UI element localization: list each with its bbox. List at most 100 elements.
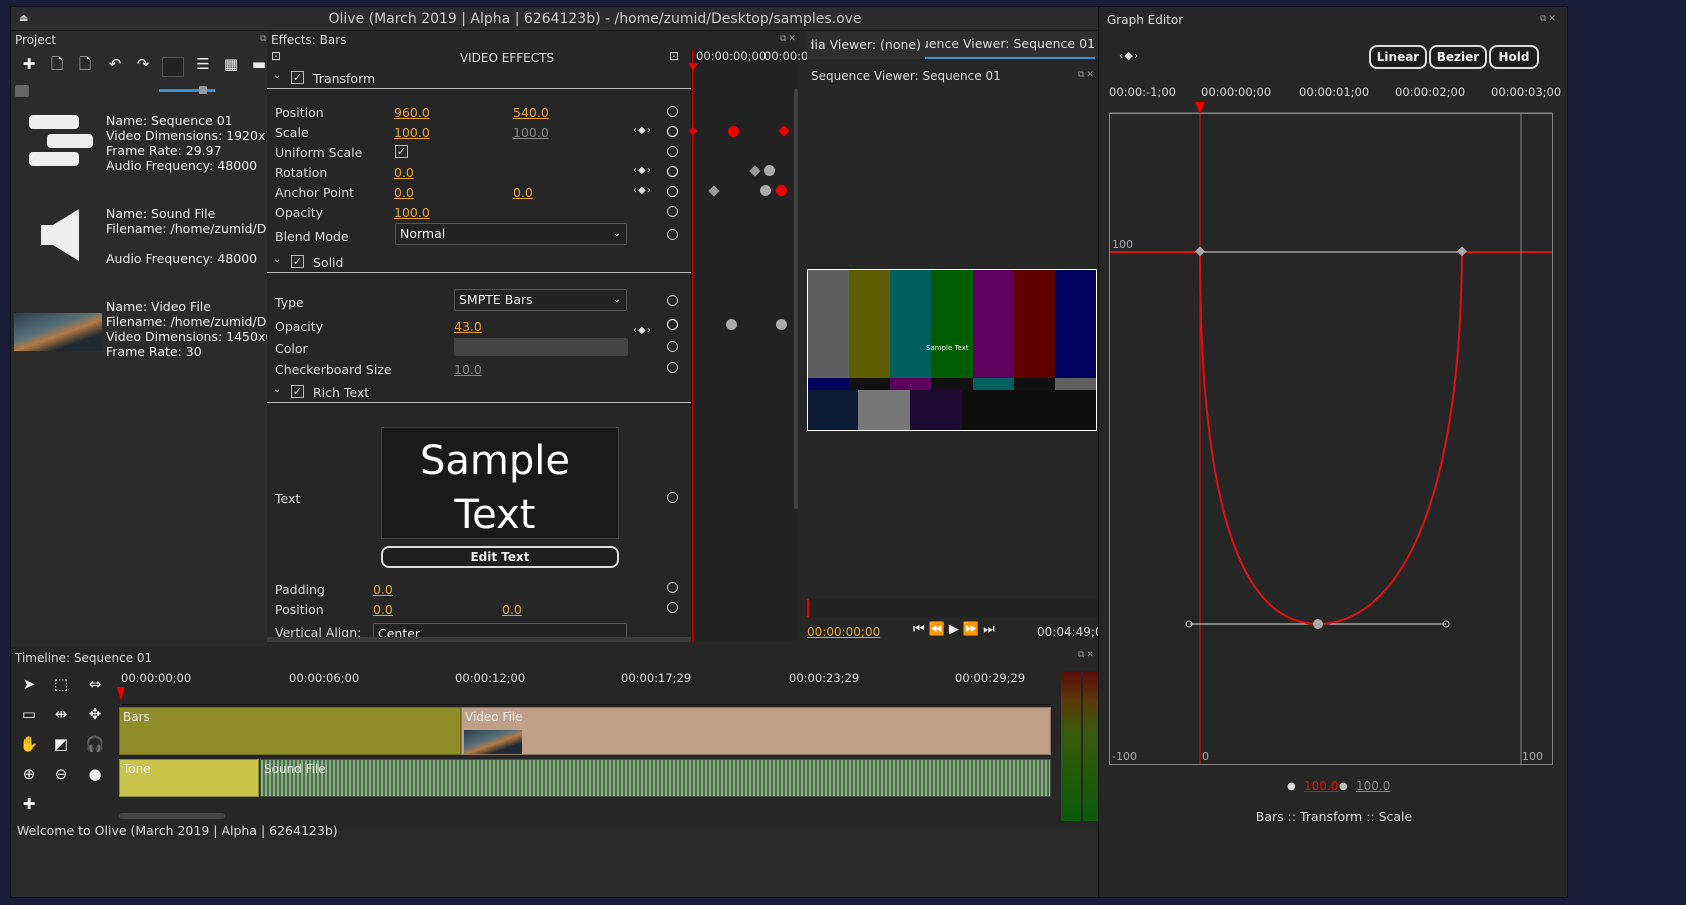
- keyframe-dot[interactable]: [776, 185, 787, 196]
- timeline-hscroll[interactable]: [119, 813, 225, 819]
- hold-button[interactable]: Hold: [1489, 45, 1539, 69]
- keyframe-toggle-icon[interactable]: [667, 362, 678, 373]
- graph-value-y[interactable]: 100.0: [1356, 779, 1390, 793]
- solid-opacity-value[interactable]: 43.0: [454, 319, 482, 334]
- keyframe-toggle-icon[interactable]: [667, 229, 678, 240]
- timeline-playhead[interactable]: [117, 687, 125, 701]
- transition-tool-icon[interactable]: ◩: [49, 733, 73, 755]
- anchor-y-value[interactable]: 0.0: [513, 185, 533, 200]
- keyframe-toggle-icon[interactable]: [667, 206, 678, 217]
- search-field[interactable]: [162, 57, 184, 77]
- undo-icon[interactable]: ↶: [103, 53, 127, 75]
- effects-hscroll[interactable]: [267, 637, 691, 642]
- keyframe-dot[interactable]: [764, 165, 775, 176]
- keyframe-dot[interactable]: [728, 126, 739, 137]
- keyframe-diamond[interactable]: [708, 185, 720, 197]
- keyframe-toggle-icon[interactable]: [667, 186, 678, 197]
- rotation-value[interactable]: 0.0: [394, 165, 414, 180]
- save-file-icon[interactable]: 🗋: [73, 53, 97, 75]
- clip-sound-file[interactable]: Sound File: [260, 759, 1051, 797]
- rewind-icon[interactable]: ⏪: [929, 622, 949, 637]
- keyframe-dot[interactable]: [760, 185, 771, 196]
- chevron-down-icon[interactable]: ⌄: [273, 384, 281, 395]
- rt-position-x[interactable]: 0.0: [373, 602, 393, 617]
- position-y-value[interactable]: 540.0: [513, 105, 549, 120]
- tab-sequence-viewer[interactable]: Sequence Viewer: Sequence 01: [925, 36, 1095, 51]
- chevron-down-icon[interactable]: ⌄: [273, 254, 281, 265]
- razor-tool-icon[interactable]: ▭: [17, 703, 41, 725]
- headphones-icon[interactable]: 🎧: [83, 733, 107, 755]
- timeline-ruler[interactable]: 00:00:00;00 00:00:06;00 00:00:12;00 00:0…: [117, 671, 1051, 705]
- keyframe-toggle-icon[interactable]: [667, 341, 678, 352]
- play-icon[interactable]: ▶: [949, 622, 963, 637]
- clip-bars[interactable]: Bars: [119, 707, 461, 755]
- text-preview[interactable]: Sample Text: [381, 427, 619, 539]
- keyframe-vscroll[interactable]: [794, 89, 798, 509]
- keyframe-nav-anchor[interactable]: ‹◆›: [633, 185, 652, 196]
- keyframe-toggle-icon[interactable]: [667, 106, 678, 117]
- keyframe-toggle-icon[interactable]: [667, 602, 678, 613]
- graph-ruler[interactable]: 00:00:-1;00 00:00:00;00 00:00:01;00 00:0…: [1109, 83, 1561, 113]
- clip-video-file[interactable]: Video File: [461, 707, 1051, 755]
- rt-position-y[interactable]: 0.0: [502, 602, 522, 617]
- slip-tool-icon[interactable]: ⇹: [49, 703, 73, 725]
- keyframe-toggle-icon[interactable]: [667, 582, 678, 593]
- playhead-marker[interactable]: [688, 63, 698, 71]
- list-view-icon[interactable]: ☰: [191, 53, 215, 75]
- padding-value[interactable]: 0.0: [373, 582, 393, 597]
- window-menu-icon[interactable]: ⏏: [19, 7, 28, 31]
- keyframe-nav-scale[interactable]: ‹◆›: [633, 125, 652, 136]
- graph-value-x[interactable]: 100.0: [1304, 779, 1338, 793]
- ripple-tool-icon[interactable]: ⇔: [83, 673, 107, 695]
- go-to-start-icon[interactable]: ⏮: [913, 622, 929, 637]
- grid-view-icon[interactable]: ▦: [219, 53, 243, 75]
- keyframe-toggle-icon[interactable]: [667, 295, 678, 306]
- valign-select[interactable]: Center: [373, 623, 627, 637]
- playhead-line[interactable]: [692, 49, 693, 641]
- radio-selected-icon[interactable]: ●: [1287, 781, 1296, 792]
- color-swatch[interactable]: [454, 338, 628, 356]
- uniform-scale-checkbox[interactable]: ✓: [395, 145, 408, 158]
- viewer-playhead[interactable]: [807, 599, 809, 617]
- effects-add-icon[interactable]: ⊡: [669, 49, 679, 63]
- richtext-section[interactable]: ⌄ ✓ Rich Text: [267, 381, 723, 403]
- keyframe-nav-opacity[interactable]: ‹◆›: [633, 325, 652, 336]
- keyframe-toggle-icon[interactable]: [667, 166, 678, 177]
- checker-value[interactable]: 10.0: [454, 362, 482, 377]
- keyframe-area[interactable]: 00:00:00;00 00:00:0: [688, 49, 808, 641]
- keyframe-dot[interactable]: [776, 319, 787, 330]
- record-icon[interactable]: ●: [83, 763, 107, 785]
- clip-tone[interactable]: Tone: [119, 759, 259, 797]
- blend-mode-select[interactable]: Normal ⌄: [395, 223, 627, 245]
- chevron-down-icon[interactable]: ⌄: [273, 70, 281, 81]
- zoom-in-icon[interactable]: ⊕: [17, 763, 41, 785]
- tab-media-viewer[interactable]: Media Viewer: (none): [811, 37, 921, 52]
- open-file-icon[interactable]: 🗋: [45, 53, 69, 75]
- keyframe-nav-rotation[interactable]: ‹◆›: [633, 165, 652, 176]
- transform-section[interactable]: ⌄ ✓ Transform: [267, 67, 723, 89]
- new-item-icon[interactable]: ✚: [17, 53, 41, 75]
- graph-keyframe-nav[interactable]: ‹◆›: [1119, 49, 1139, 62]
- graph-playhead[interactable]: [1195, 102, 1205, 114]
- current-timecode[interactable]: 00:00:00;00: [807, 625, 880, 639]
- graph-area[interactable]: 100 -100 0 100: [1109, 102, 1553, 765]
- solid-type-select[interactable]: SMPTE Bars ⌄: [454, 289, 627, 311]
- slide-tool-icon[interactable]: ✥: [83, 703, 107, 725]
- radio-icon[interactable]: ●: [1339, 781, 1348, 792]
- fast-forward-icon[interactable]: ⏩: [963, 622, 983, 637]
- dock-float-icon[interactable]: ⧉✕: [780, 34, 804, 46]
- zoom-out-icon[interactable]: ⊖: [49, 763, 73, 785]
- folder-up-icon[interactable]: [15, 85, 29, 97]
- opacity-value[interactable]: 100.0: [394, 205, 430, 220]
- keyframe-toggle-icon[interactable]: [667, 126, 678, 137]
- go-to-end-icon[interactable]: ⏭: [983, 622, 999, 637]
- keyframe-toggle-icon[interactable]: [667, 492, 678, 503]
- add-track-icon[interactable]: ✚: [17, 793, 41, 815]
- video-frame[interactable]: Sample Text: [807, 269, 1097, 431]
- redo-icon[interactable]: ↷: [131, 53, 155, 75]
- hand-tool-icon[interactable]: ✋: [17, 733, 41, 755]
- solid-section[interactable]: ⌄ ✓ Solid: [267, 251, 723, 273]
- keyframe-toggle-icon[interactable]: [667, 146, 678, 157]
- keyframe-diamond[interactable]: [688, 126, 698, 136]
- edit-text-button[interactable]: Edit Text: [381, 546, 619, 568]
